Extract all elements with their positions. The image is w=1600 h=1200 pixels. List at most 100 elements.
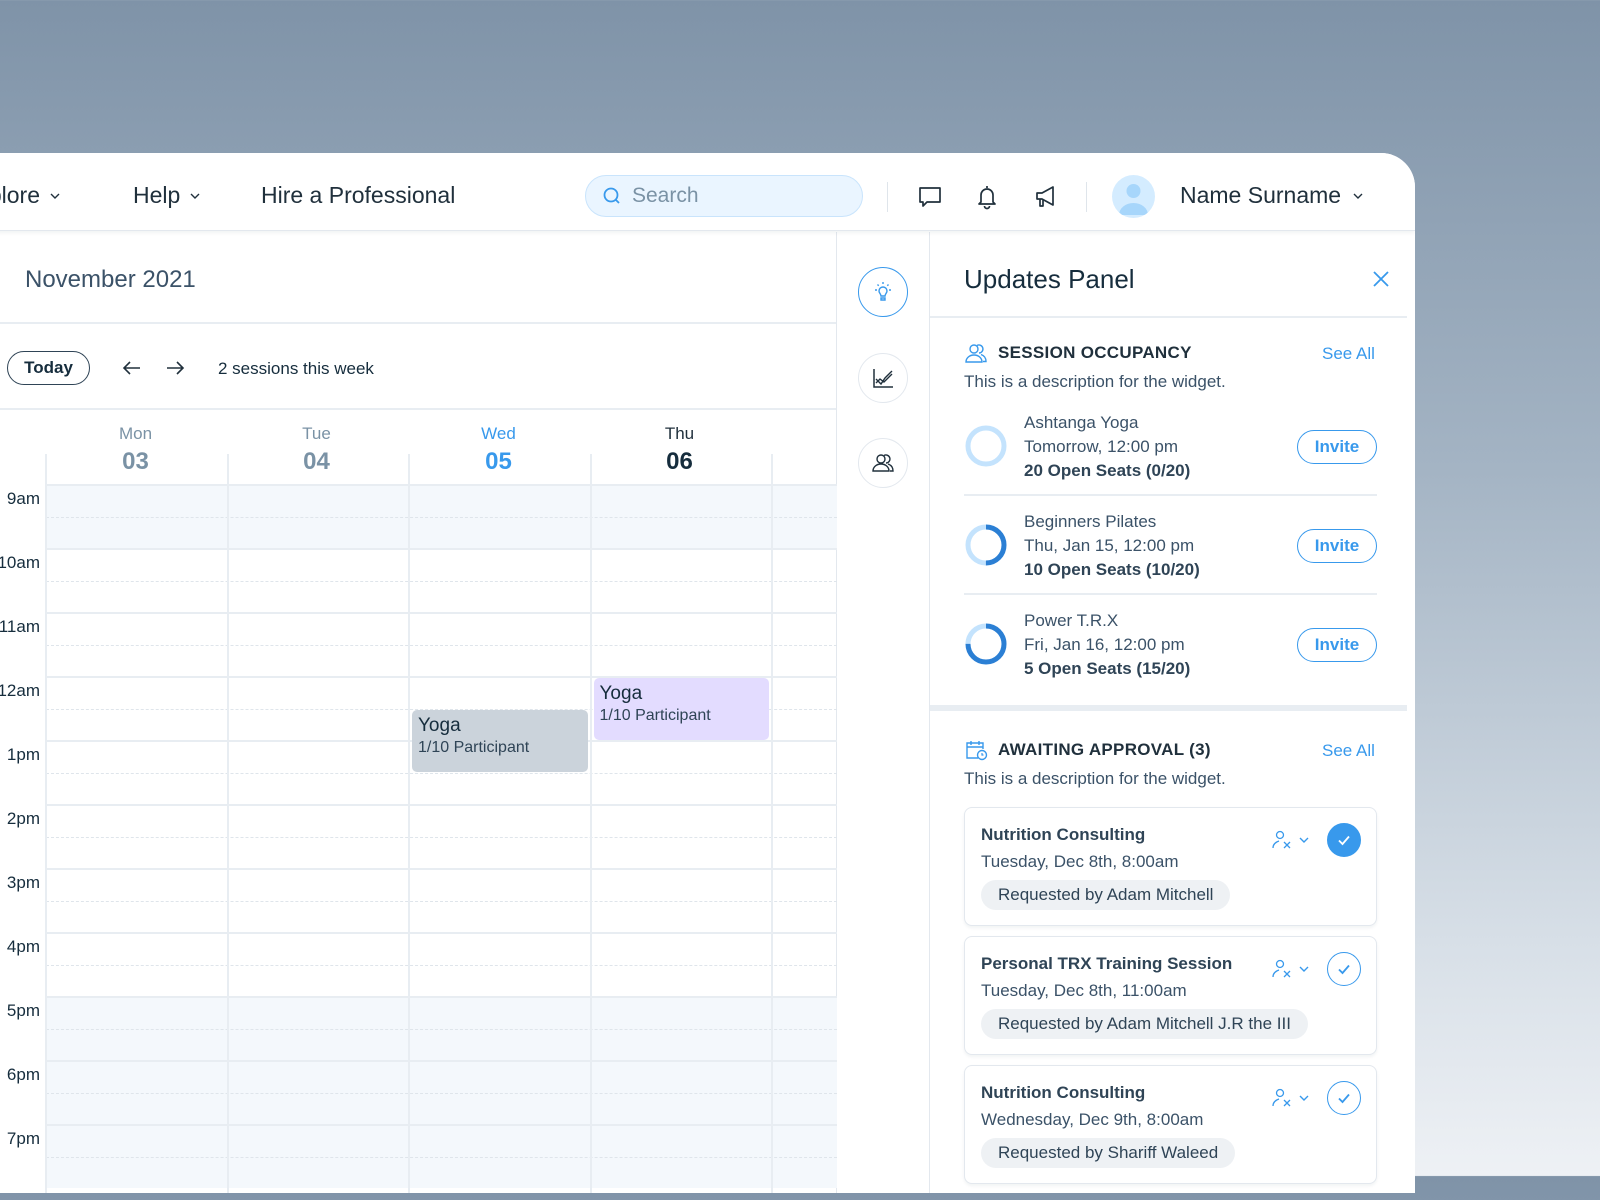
day-number: 04: [303, 448, 330, 475]
occupancy-widget-header: SESSION OCCUPANCY: [964, 342, 1192, 364]
arrow-right-icon[interactable]: [163, 356, 187, 380]
chevron-down-icon: [50, 193, 60, 199]
search-box[interactable]: [585, 175, 863, 217]
day-column-divider: [45, 454, 47, 1193]
user-remove-icon: [1272, 1088, 1291, 1107]
chevron-down-icon: [1299, 966, 1309, 972]
bell-icon[interactable]: [973, 183, 1001, 211]
session-name: Ashtanga Yoga: [1024, 413, 1139, 432]
decline-dropdown[interactable]: [1271, 829, 1309, 851]
event-participants: 1/10 Participant: [418, 739, 530, 756]
search-input[interactable]: [632, 184, 832, 208]
time-label: 4pm: [6, 937, 40, 956]
day-column-divider: [408, 454, 410, 1193]
users-icon: [872, 454, 894, 472]
request-actions: [1271, 952, 1361, 986]
close-icon[interactable]: [1370, 268, 1392, 290]
time-label: 10am: [0, 553, 40, 572]
divider: [1086, 182, 1087, 212]
half-hour-line: [46, 837, 837, 838]
time-label: 5pm: [6, 1001, 40, 1020]
hour-row[interactable]: [46, 996, 837, 1060]
day-header-tue[interactable]: Tue 04: [226, 424, 407, 476]
day-header-thu[interactable]: Thu 06: [589, 424, 770, 476]
hour-row[interactable]: [46, 804, 837, 868]
calendar: r November 2021 Today 2 sessions this we…: [0, 232, 837, 1193]
approval-card[interactable]: Nutrition Consulting Wednesday, Dec 9th, …: [964, 1065, 1377, 1184]
approve-button[interactable]: [1327, 952, 1361, 986]
rail-button-clients[interactable]: [858, 438, 908, 488]
widget-title: SESSION OCCUPANCY: [998, 343, 1192, 362]
requested-by-badge: Requested by Adam Mitchell J.R the III: [981, 1009, 1308, 1039]
hour-row[interactable]: [46, 1124, 837, 1188]
updates-panel: Updates Panel SESSION OCCUPANCY See All …: [930, 232, 1407, 1193]
approve-button[interactable]: [1327, 1081, 1361, 1115]
chat-icon[interactable]: [916, 183, 944, 211]
occupancy-ring: [965, 524, 1007, 566]
calendar-grid[interactable]: Yoga 1/10 Participant Yoga 1/10 Participant: [45, 454, 837, 1193]
time-label: 1pm: [6, 745, 40, 764]
approval-card[interactable]: Nutrition Consulting Tuesday, Dec 8th, 8:…: [964, 807, 1377, 926]
decline-dropdown[interactable]: [1271, 1087, 1309, 1109]
day-number: 03: [122, 448, 149, 475]
half-hour-line: [46, 901, 837, 902]
check-icon: [1338, 964, 1350, 975]
lightbulb-icon: [875, 282, 891, 301]
nav-explore[interactable]: Explore: [0, 182, 60, 209]
approval-card[interactable]: Personal TRX Training Session Tuesday, De…: [964, 936, 1377, 1055]
users-icon: [965, 344, 987, 363]
request-title: Nutrition Consulting: [981, 1083, 1146, 1102]
calendar-event[interactable]: Yoga 1/10 Participant: [412, 710, 588, 772]
event-title: Yoga: [599, 683, 643, 704]
rail-button-insights[interactable]: [858, 267, 908, 317]
calendar-toolbar: Today 2 sessions this week: [0, 324, 836, 410]
invite-button[interactable]: Invite: [1297, 529, 1377, 563]
hour-row[interactable]: [46, 932, 837, 996]
occupancy-ring: [965, 623, 1007, 665]
day-header-wed[interactable]: Wed 05: [408, 424, 589, 476]
day-column-divider: [589, 454, 592, 1193]
ring-track: [965, 425, 1007, 467]
avatar[interactable]: [1112, 175, 1155, 218]
day-name: Wed: [481, 424, 516, 443]
approve-button[interactable]: [1327, 823, 1361, 857]
divider: [887, 182, 888, 212]
see-all-link[interactable]: See All: [1322, 344, 1375, 364]
invite-button[interactable]: Invite: [1297, 430, 1377, 464]
user-menu[interactable]: Name Surname: [1180, 182, 1363, 209]
calendar-event[interactable]: Yoga 1/10 Participant: [593, 678, 769, 740]
time-label: 11am: [0, 617, 40, 636]
user-remove-icon: [1272, 830, 1291, 849]
see-all-link[interactable]: See All: [1322, 741, 1375, 761]
rail-button-analytics[interactable]: [858, 353, 908, 403]
occupancy-item: Power T.R.X Fri, Jan 16, 12:00 pm 5 Open S…: [964, 595, 1377, 694]
chart-icon: [873, 369, 893, 388]
nav-hire-professional[interactable]: Hire a Professional: [261, 182, 455, 209]
top-bar: Explore Help Hire a Professional Name Su…: [0, 153, 1415, 231]
invite-button[interactable]: Invite: [1297, 628, 1377, 662]
panel-header: Updates Panel: [930, 232, 1407, 318]
half-hour-line: [46, 1093, 837, 1094]
event-participants: 1/10 Participant: [599, 707, 711, 724]
panel-title: Updates Panel: [964, 264, 1135, 294]
megaphone-icon[interactable]: [1032, 183, 1060, 211]
request-actions: [1271, 1081, 1361, 1115]
check-icon: [1338, 835, 1350, 846]
arrow-left-icon[interactable]: [120, 356, 144, 380]
widget-description: This is a description for the widget.: [964, 372, 1226, 391]
day-header-mon[interactable]: Mon 03: [45, 424, 226, 476]
hour-row[interactable]: [46, 548, 837, 612]
request-time: Tuesday, Dec 8th, 11:00am: [981, 981, 1187, 1000]
hour-row[interactable]: [46, 484, 837, 548]
hour-row[interactable]: [46, 1060, 837, 1124]
check-icon: [1338, 1093, 1350, 1104]
sessions-count: 2 sessions this week: [218, 359, 374, 378]
session-name: Power T.R.X: [1024, 611, 1119, 630]
day-name: Thu: [664, 424, 695, 443]
hour-row[interactable]: [46, 868, 837, 932]
hour-row[interactable]: [46, 612, 837, 676]
today-button[interactable]: Today: [7, 351, 90, 385]
time-label: 9am: [6, 489, 40, 508]
nav-help[interactable]: Help: [133, 182, 200, 209]
decline-dropdown[interactable]: [1271, 958, 1309, 980]
